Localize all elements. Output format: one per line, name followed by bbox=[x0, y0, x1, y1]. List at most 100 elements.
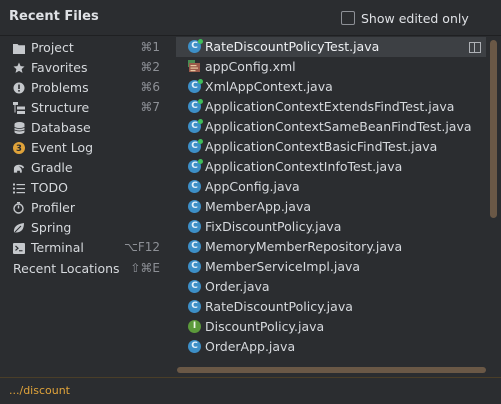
file-item[interactable]: C ApplicationContextInfoTest.java bbox=[176, 157, 486, 177]
file-name: RateDiscountPolicyTest.java bbox=[205, 39, 380, 54]
folder-icon bbox=[13, 42, 25, 54]
nav-label: Project bbox=[31, 40, 74, 55]
nav-item-profiler[interactable]: Profiler bbox=[0, 198, 172, 218]
show-edited-only-toggle[interactable]: Show edited only bbox=[341, 10, 469, 26]
file-item[interactable]: C AppConfig.java bbox=[176, 177, 486, 197]
java-class-icon: C bbox=[188, 39, 203, 53]
file-item[interactable]: C OrderApp.java bbox=[176, 337, 486, 357]
nav-label: Favorites bbox=[31, 60, 88, 75]
java-class-icon: C bbox=[188, 119, 203, 133]
nav-shortcut: ⌘7 bbox=[140, 100, 160, 114]
horizontal-scrollbar[interactable] bbox=[177, 367, 486, 373]
event-log-badge: 3 bbox=[16, 144, 22, 154]
nav-label: Terminal bbox=[31, 240, 84, 255]
vertical-scrollbar[interactable] bbox=[490, 40, 497, 218]
status-footer: .../discount bbox=[0, 377, 501, 404]
popup-header: Recent Files Show edited only bbox=[0, 0, 501, 35]
file-item[interactable]: C RateDiscountPolicy.java bbox=[176, 297, 486, 317]
recent-locations-item[interactable]: Recent Locations ⇧⌘E bbox=[0, 258, 172, 280]
java-class-icon: C bbox=[188, 300, 201, 313]
java-class-icon: C bbox=[188, 340, 201, 353]
java-class-icon: C bbox=[188, 200, 201, 213]
file-path-label: .../discount bbox=[9, 384, 70, 397]
header-divider bbox=[0, 35, 501, 36]
file-name: RateDiscountPolicy.java bbox=[205, 299, 353, 314]
nav-item-project[interactable]: Project ⌘1 bbox=[0, 38, 172, 58]
nav-item-structure[interactable]: Structure ⌘7 bbox=[0, 98, 172, 118]
nav-label: TODO bbox=[31, 180, 68, 195]
terminal-icon bbox=[13, 242, 25, 254]
java-class-icon: C bbox=[188, 240, 201, 253]
nav-label: Spring bbox=[31, 220, 72, 235]
java-class-icon: C bbox=[188, 139, 203, 153]
file-name: MemoryMemberRepository.java bbox=[205, 239, 403, 254]
recent-files-list: C RateDiscountPolicyTest.java appConfig.… bbox=[176, 37, 486, 364]
show-edited-checkbox[interactable] bbox=[341, 11, 355, 25]
nav-label: Event Log bbox=[31, 140, 94, 155]
nav-item-gradle[interactable]: Gradle bbox=[0, 158, 172, 178]
file-name: MemberApp.java bbox=[205, 199, 311, 214]
file-item[interactable]: C Order.java bbox=[176, 277, 486, 297]
todo-icon bbox=[13, 182, 25, 194]
java-class-icon: C bbox=[188, 220, 201, 233]
nav-label: Problems bbox=[31, 80, 89, 95]
java-interface-icon: I bbox=[188, 320, 201, 333]
file-item[interactable]: C MemberServiceImpl.java bbox=[176, 257, 486, 277]
nav-item-todo[interactable]: TODO bbox=[0, 178, 172, 198]
gradle-icon bbox=[13, 162, 25, 174]
problems-icon bbox=[13, 82, 25, 94]
structure-icon bbox=[13, 102, 25, 114]
file-item[interactable]: C ApplicationContextExtendsFindTest.java bbox=[176, 97, 486, 117]
popup-title: Recent Files bbox=[9, 9, 99, 24]
file-item[interactable]: C XmlAppContext.java bbox=[176, 77, 486, 97]
nav-shortcut: ⌘1 bbox=[140, 40, 160, 54]
recent-locations-shortcut: ⇧⌘E bbox=[130, 261, 160, 275]
java-class-icon: C bbox=[188, 99, 203, 113]
file-item[interactable]: C FixDiscountPolicy.java bbox=[176, 217, 486, 237]
nav-label: Gradle bbox=[31, 160, 73, 175]
file-name: ApplicationContextExtendsFindTest.java bbox=[205, 99, 455, 114]
java-class-icon: C bbox=[188, 159, 203, 173]
recent-locations-label: Recent Locations bbox=[13, 261, 120, 276]
java-class-icon: C bbox=[188, 280, 201, 293]
nav-label: Structure bbox=[31, 100, 90, 115]
file-name: XmlAppContext.java bbox=[205, 79, 333, 94]
file-name: appConfig.xml bbox=[205, 59, 296, 74]
nav-item-problems[interactable]: Problems ⌘6 bbox=[0, 78, 172, 98]
file-item[interactable]: C MemberApp.java bbox=[176, 197, 486, 217]
database-icon bbox=[13, 122, 25, 134]
nav-item-favorites[interactable]: Favorites ⌘2 bbox=[0, 58, 172, 78]
java-class-icon: C bbox=[188, 79, 203, 93]
nav-item-terminal[interactable]: Terminal ⌥F12 bbox=[0, 238, 172, 258]
profiler-icon bbox=[13, 202, 25, 214]
show-edited-label: Show edited only bbox=[361, 10, 469, 26]
file-name: FixDiscountPolicy.java bbox=[205, 219, 342, 234]
nav-item-event-log[interactable]: 3 Event Log bbox=[0, 138, 172, 158]
file-name: OrderApp.java bbox=[205, 339, 296, 354]
nav-item-spring[interactable]: Spring bbox=[0, 218, 172, 238]
nav-label: Profiler bbox=[31, 200, 76, 215]
file-name: ApplicationContextSameBeanFindTest.java bbox=[205, 119, 472, 134]
java-class-icon: C bbox=[188, 260, 201, 273]
star-icon bbox=[13, 62, 25, 74]
nav-shortcut: ⌥F12 bbox=[124, 240, 160, 254]
event-log-icon: 3 bbox=[13, 142, 25, 154]
file-name: ApplicationContextInfoTest.java bbox=[205, 159, 403, 174]
nav-shortcut: ⌘6 bbox=[140, 80, 160, 94]
java-class-icon: C bbox=[188, 180, 201, 193]
file-name: Order.java bbox=[205, 279, 270, 294]
file-item[interactable]: I DiscountPolicy.java bbox=[176, 317, 486, 337]
nav-shortcut: ⌘2 bbox=[140, 60, 160, 74]
file-item[interactable]: appConfig.xml bbox=[176, 57, 486, 77]
nav-item-database[interactable]: Database bbox=[0, 118, 172, 138]
recent-files-popup: Recent Files Show edited only Project ⌘1… bbox=[0, 0, 501, 404]
tool-window-list: Project ⌘1 Favorites ⌘2 Problems ⌘6 Stru… bbox=[0, 38, 172, 280]
spring-leaf-icon bbox=[13, 222, 25, 234]
file-item[interactable]: C ApplicationContextSameBeanFindTest.jav… bbox=[176, 117, 486, 137]
file-item-selected[interactable]: C RateDiscountPolicyTest.java bbox=[176, 37, 486, 57]
nav-label: Database bbox=[31, 120, 91, 135]
open-in-split-icon[interactable] bbox=[469, 42, 481, 53]
file-item[interactable]: C ApplicationContextBasicFindTest.java bbox=[176, 137, 486, 157]
file-name: MemberServiceImpl.java bbox=[205, 259, 361, 274]
file-item[interactable]: C MemoryMemberRepository.java bbox=[176, 237, 486, 257]
